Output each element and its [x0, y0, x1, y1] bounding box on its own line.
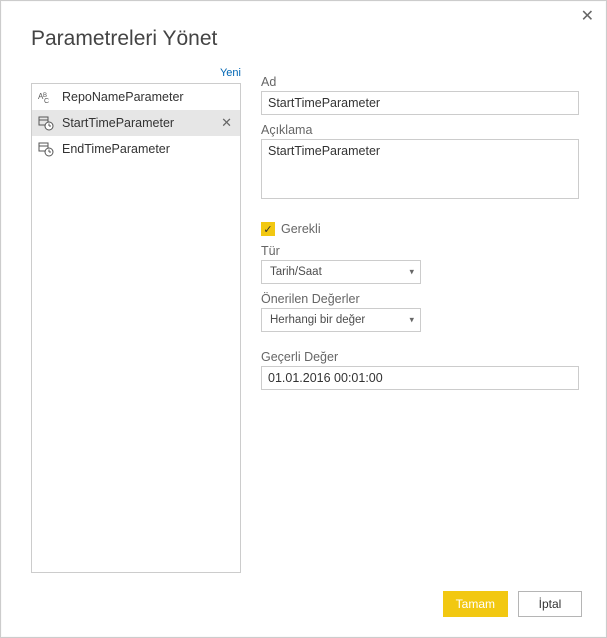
suggested-values-select[interactable]: Herhangi bir değer ▾ — [261, 308, 421, 332]
type-label: Tür — [261, 244, 579, 258]
type-value: Tarih/Saat — [270, 266, 322, 278]
parameter-form: Ad Açıklama StartTimeParameter ✓ Gerekli… — [261, 75, 579, 390]
parameter-list: A B C RepoNameParameter StartTimeParamet… — [31, 83, 241, 573]
svg-text:C: C — [44, 98, 49, 105]
close-icon[interactable]: ✕ — [581, 9, 594, 25]
parameter-name: RepoNameParameter — [62, 90, 234, 104]
ok-button[interactable]: Tamam — [443, 591, 508, 617]
description-label: Açıklama — [261, 123, 579, 137]
type-select[interactable]: Tarih/Saat ▾ — [261, 260, 421, 284]
datetime-type-icon — [38, 141, 54, 157]
current-value-label: Geçerli Değer — [261, 350, 579, 364]
current-value-input[interactable] — [261, 366, 579, 390]
list-item[interactable]: A B C RepoNameParameter — [32, 84, 240, 110]
name-label: Ad — [261, 75, 579, 89]
new-link[interactable]: Yeni — [31, 67, 241, 79]
suggested-values-value: Herhangi bir değer — [270, 314, 365, 326]
parameter-name: StartTimeParameter — [62, 116, 219, 130]
parameter-name: EndTimeParameter — [62, 142, 234, 156]
chevron-down-icon: ▾ — [409, 315, 414, 326]
required-label: Gerekli — [281, 222, 321, 236]
name-input[interactable] — [261, 91, 579, 115]
manage-parameters-dialog: ✕ Parametreleri Yönet Yeni A B C RepoNam… — [0, 0, 607, 638]
list-item[interactable]: StartTimeParameter ✕ — [32, 110, 240, 136]
description-input[interactable]: StartTimeParameter — [261, 139, 579, 199]
datetime-type-icon — [38, 115, 54, 131]
text-type-icon: A B C — [38, 89, 54, 105]
delete-icon[interactable]: ✕ — [219, 115, 234, 131]
cancel-button[interactable]: İptal — [518, 591, 582, 617]
suggested-values-label: Önerilen Değerler — [261, 292, 579, 306]
required-checkbox[interactable]: ✓ — [261, 222, 275, 236]
chevron-down-icon: ▾ — [409, 267, 414, 278]
page-title: Parametreleri Yönet — [31, 27, 217, 51]
dialog-footer: Tamam İptal — [443, 591, 582, 617]
list-item[interactable]: EndTimeParameter — [32, 136, 240, 162]
